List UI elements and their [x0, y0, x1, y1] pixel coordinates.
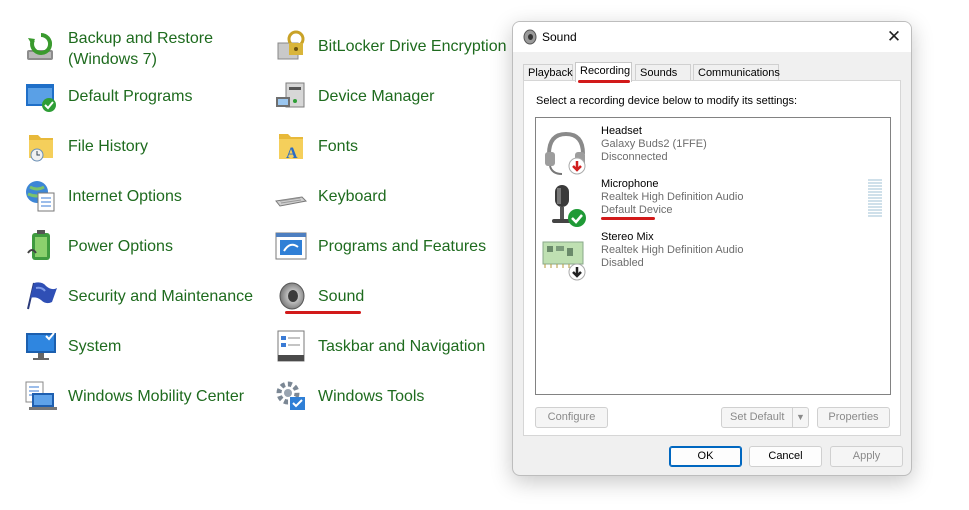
default-programs-icon	[26, 84, 56, 112]
cp-item-internet-options[interactable]: Internet Options	[24, 179, 182, 213]
cp-item-power-options[interactable]: Power Options	[24, 229, 173, 263]
device-description: Realtek High Definition Audio	[601, 244, 744, 256]
cp-label: BitLocker Drive Encryption	[318, 37, 507, 55]
level-meter	[868, 179, 882, 219]
backup-restore-icon	[27, 32, 53, 60]
cp-item-fonts[interactable]: A Fonts	[274, 129, 358, 163]
device-name: Microphone	[601, 178, 659, 190]
power-options-icon	[27, 230, 50, 260]
cp-label: Keyboard	[318, 187, 387, 205]
cp-item-file-history[interactable]: File History	[24, 129, 148, 163]
device-name: Stereo Mix	[601, 231, 654, 243]
cp-item-windows-tools[interactable]: Windows Tools	[274, 379, 424, 413]
cp-item-sound[interactable]: Sound	[274, 279, 364, 313]
recording-tab-underline	[578, 80, 630, 83]
cp-label: Fonts	[318, 137, 359, 155]
speaker-icon	[523, 29, 537, 45]
cp-label: Taskbar and Navigation	[318, 337, 486, 355]
tab-communications[interactable]: Communications	[693, 64, 780, 81]
internet-options-icon	[26, 181, 55, 212]
cp-label: Windows Tools	[318, 387, 425, 405]
sound-dialog: Sound ✕ Playback Recording Sounds Commun…	[512, 21, 912, 476]
microphone-icon	[552, 185, 586, 227]
cp-label: File History	[68, 137, 149, 155]
cp-label: Internet Options	[68, 187, 182, 205]
security-flag-icon	[27, 282, 57, 310]
circuit-board-icon	[542, 241, 586, 281]
svg-text:A: A	[286, 145, 298, 162]
device-name: Headset	[601, 125, 642, 137]
cp-item-keyboard[interactable]: Keyboard	[274, 179, 387, 213]
speaker-icon	[279, 282, 305, 310]
cp-label: Security and Maintenance	[68, 287, 253, 305]
close-button[interactable]: ✕	[877, 22, 911, 52]
taskbar-icon	[277, 330, 305, 362]
device-description: Realtek High Definition Audio	[601, 191, 744, 203]
dialog-title: Sound	[542, 30, 577, 44]
sound-highlight-underline	[285, 311, 361, 314]
cancel-button[interactable]: Cancel	[749, 446, 822, 467]
device-item-headset[interactable]: Headset Galaxy Buds2 (1FFE) Disconnected	[539, 125, 887, 175]
cp-label: Sound	[318, 287, 365, 305]
set-default-button[interactable]: Set Default ▼	[721, 407, 809, 428]
recording-tab-panel: Select a recording device below to modif…	[523, 80, 901, 436]
device-status: Disconnected	[601, 151, 668, 163]
tab-sounds[interactable]: Sounds	[635, 64, 691, 81]
cp-item-default-programs[interactable]: Default Programs	[24, 79, 193, 113]
instruction-text: Select a recording device below to modif…	[536, 95, 798, 107]
chevron-down-icon[interactable]: ▼	[792, 408, 808, 427]
device-status: Disabled	[601, 257, 644, 269]
close-icon: ✕	[886, 27, 902, 46]
set-default-label: Set Default	[730, 411, 785, 423]
apply-button[interactable]: Apply	[830, 446, 903, 467]
configure-button[interactable]: Configure	[535, 407, 608, 428]
ok-button[interactable]: OK	[669, 446, 742, 467]
headset-icon	[545, 131, 586, 175]
cp-item-device-manager[interactable]: Device Manager	[274, 79, 435, 113]
tab-recording[interactable]: Recording	[575, 62, 632, 82]
device-list[interactable]: Headset Galaxy Buds2 (1FFE) Disconnected…	[535, 117, 891, 395]
tab-playback[interactable]: Playback	[523, 64, 573, 81]
cp-item-programs-features[interactable]: Programs and Features	[274, 229, 486, 263]
mobility-center-icon	[25, 381, 57, 410]
fonts-icon: A	[279, 134, 303, 162]
programs-features-icon	[275, 232, 307, 260]
keyboard-icon	[275, 196, 308, 207]
cp-item-backup-restore[interactable]: Backup and Restore (Windows 7)	[24, 28, 258, 70]
default-device-underline	[601, 217, 655, 220]
device-description: Galaxy Buds2 (1FFE)	[601, 138, 707, 150]
cp-item-mobility-center[interactable]: Windows Mobility Center	[24, 379, 244, 413]
cp-label: System	[68, 337, 122, 355]
bitlocker-icon	[277, 30, 305, 60]
cp-label: Programs and Features	[318, 237, 487, 255]
file-history-icon	[29, 135, 53, 162]
cp-label: Power Options	[68, 237, 173, 255]
cp-label: Device Manager	[318, 87, 435, 105]
properties-button[interactable]: Properties	[817, 407, 890, 428]
dialog-titlebar[interactable]: Sound ✕	[513, 22, 911, 52]
cp-item-taskbar-navigation[interactable]: Taskbar and Navigation	[274, 329, 485, 363]
device-status: Default Device	[601, 204, 673, 216]
device-manager-icon	[276, 82, 305, 108]
windows-tools-icon	[276, 381, 305, 410]
cp-label: Default Programs	[68, 87, 193, 105]
device-item-microphone[interactable]: Microphone Realtek High Definition Audio…	[539, 178, 887, 228]
system-monitor-icon	[26, 332, 56, 360]
cp-item-bitlocker[interactable]: BitLocker Drive Encryption	[274, 29, 507, 63]
cp-item-security-maintenance[interactable]: Security and Maintenance	[24, 279, 253, 313]
cp-item-system[interactable]: System	[24, 329, 121, 363]
device-item-stereo-mix[interactable]: Stereo Mix Realtek High Definition Audio…	[539, 231, 887, 281]
cp-label: Backup and Restore (Windows 7)	[68, 30, 213, 68]
cp-label: Windows Mobility Center	[68, 387, 245, 405]
